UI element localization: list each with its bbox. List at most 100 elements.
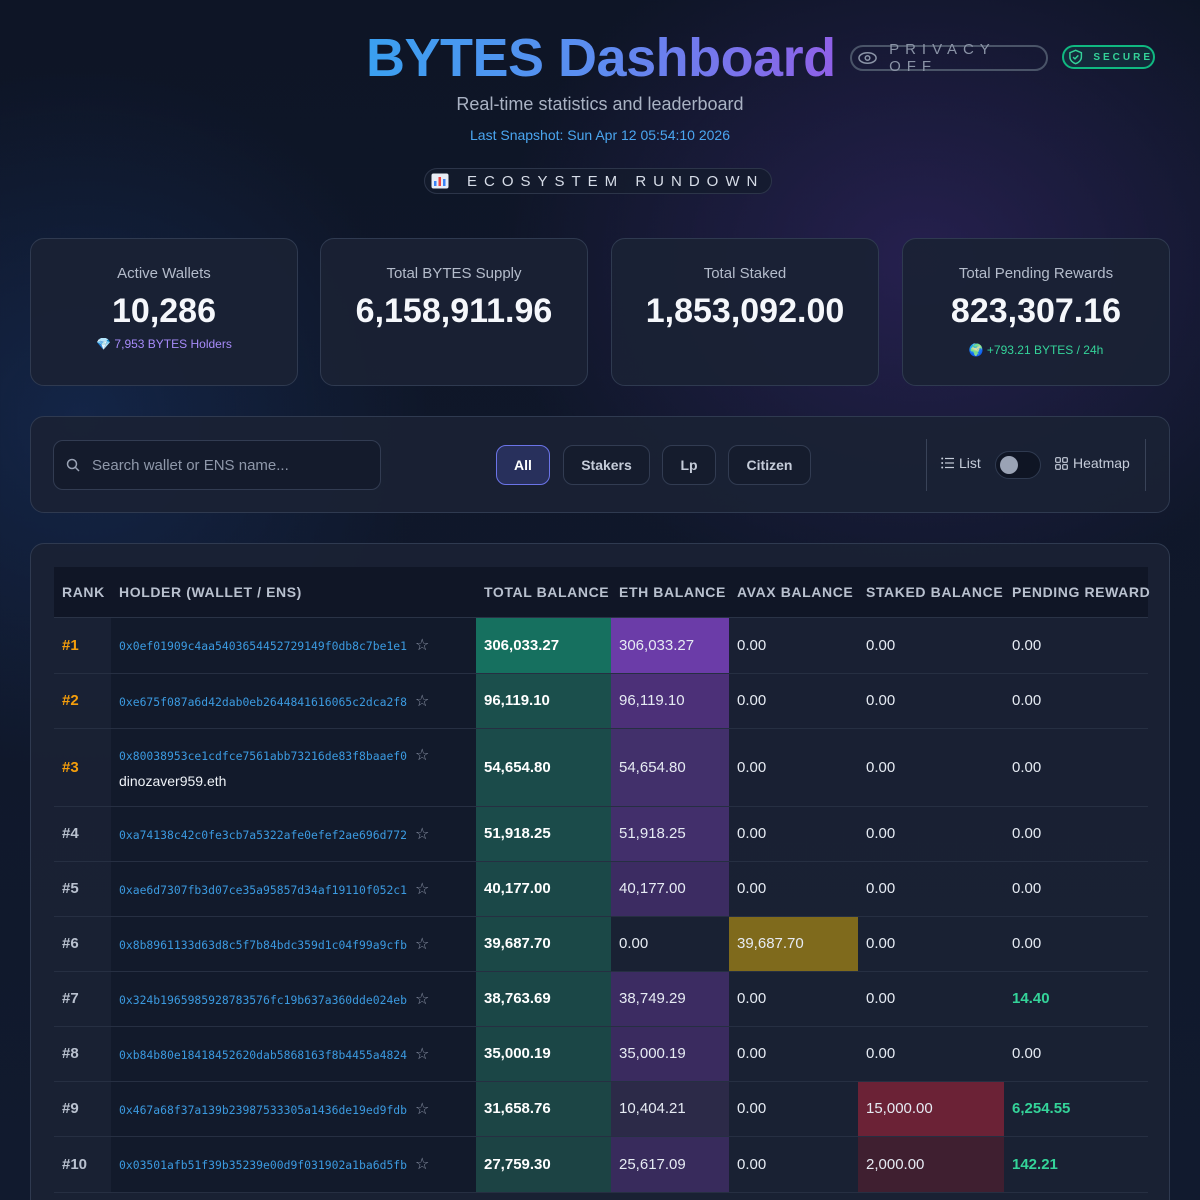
total-balance-cell: 38,763.69 — [476, 971, 611, 1027]
star-icon[interactable]: ☆ — [415, 1156, 429, 1173]
filter-bar: All Stakers Lp Citizen List Heatmap — [30, 416, 1170, 513]
stat-card-total-staked: Total Staked 1,853,092.00 — [611, 238, 879, 386]
filter-chip-stakers[interactable]: Stakers — [563, 445, 650, 485]
table-row[interactable]: #7 0x324b1965985928783576fc19b637a360dde0… — [54, 971, 1148, 1027]
star-icon[interactable]: ☆ — [415, 881, 429, 898]
avax-balance-cell: 39,687.70 — [729, 916, 858, 972]
holder-cell: 0x324b1965985928783576fc19b637a360dde024… — [111, 971, 476, 1027]
filter-chip-all[interactable]: All — [496, 445, 550, 485]
snapshot-timestamp: Last Snapshot: Sun Apr 12 05:54:10 2026 — [470, 127, 730, 143]
wallet-address-link[interactable]: 0xa74138c42c0fe3cb7a5322afe0efef2ae696d7… — [119, 828, 407, 842]
search-input[interactable] — [92, 456, 372, 474]
staked-balance-cell: 0.00 — [858, 861, 1004, 917]
privacy-toggle[interactable]: PRIVACY OFF — [850, 41, 1048, 75]
star-icon[interactable]: ☆ — [415, 936, 429, 953]
star-icon[interactable]: ☆ — [415, 747, 429, 764]
table-row[interactable]: #9 0x467a68f37a139b23987533305a1436de19ed… — [54, 1081, 1148, 1137]
stat-card-total-supply: Total BYTES Supply 6,158,911.96 — [320, 238, 588, 386]
column-header-total-balance[interactable]: TOTAL BALANCE — [476, 567, 611, 618]
table-row[interactable]: #8 0xb84b80e18418452620dab5868163f8b4455a… — [54, 1026, 1148, 1082]
bar-chart-icon — [431, 173, 449, 189]
eth-balance-cell: 38,749.29 — [611, 971, 729, 1027]
table-row[interactable]: #2 0xe675f087a6d42dab0eb2644841616065c2dc… — [54, 673, 1148, 729]
staked-balance-cell: 2,000.00 — [858, 1136, 1004, 1193]
filter-chip-lp[interactable]: Lp — [662, 445, 716, 485]
table-row[interactable]: #1 0x0ef01909c4aa5403654452729149f0db8c7b… — [54, 617, 1148, 674]
table-row[interactable]: #6 0x8b8961133d63d8c5f7b84bdc359d1c04f99a… — [54, 916, 1148, 972]
wallet-address-link[interactable]: 0x80038953ce1cdfce7561abb73216de83f8baae… — [119, 749, 407, 763]
holder-cell: 0x467a68f37a139b23987533305a1436de19ed9f… — [111, 1081, 476, 1137]
table-row[interactable]: #4 0xa74138c42c0fe3cb7a5322afe0efef2ae696… — [54, 806, 1148, 862]
column-header-eth-balance[interactable]: ETH BALANCE — [611, 567, 729, 618]
total-balance-cell: 51,918.25 — [476, 806, 611, 862]
column-header-rank[interactable]: RANK — [54, 567, 111, 618]
search-box[interactable] — [53, 440, 381, 490]
leaderboard-panel: RANK HOLDER (WALLET / ENS) TOTAL BALANCE… — [30, 543, 1170, 1200]
view-heatmap-option[interactable]: Heatmap — [1055, 455, 1130, 471]
staked-balance-cell: 0.00 — [858, 1026, 1004, 1082]
star-icon[interactable]: ☆ — [415, 1046, 429, 1063]
column-header-avax-balance[interactable]: AVAX BALANCE — [729, 567, 858, 618]
eth-balance-cell: 35,000.19 — [611, 1026, 729, 1082]
avax-balance-cell: 0.00 — [729, 1081, 858, 1137]
view-toggle[interactable] — [995, 451, 1041, 479]
wallet-address-link[interactable]: 0x324b1965985928783576fc19b637a360dde024… — [119, 993, 407, 1007]
filter-chip-citizen[interactable]: Citizen — [728, 445, 811, 485]
wallet-address-link[interactable]: 0x03501afb51f39b35239e00d9f031902a1ba6d5… — [119, 1158, 407, 1172]
rundown-label: ECOSYSTEM RUNDOWN — [467, 172, 765, 190]
wallet-address-link[interactable]: 0xe675f087a6d42dab0eb2644841616065c2dca2… — [119, 695, 407, 709]
rank-cell: #5 — [54, 861, 111, 917]
stat-card-active-wallets: Active Wallets 10,286 💎 7,953 BYTES Hold… — [30, 238, 298, 386]
leaderboard-table: RANK HOLDER (WALLET / ENS) TOTAL BALANCE… — [54, 567, 1150, 1193]
column-header-staked-balance[interactable]: STAKED BALANCE — [858, 567, 1004, 618]
star-icon[interactable]: ☆ — [415, 1101, 429, 1118]
star-icon[interactable]: ☆ — [415, 637, 429, 654]
secure-badge: SECURE — [1062, 45, 1155, 69]
view-divider-left — [926, 439, 927, 491]
rank-cell: #7 — [54, 971, 111, 1027]
star-icon[interactable]: ☆ — [415, 693, 429, 710]
star-icon[interactable]: ☆ — [415, 826, 429, 843]
eth-balance-cell: 306,033.27 — [611, 617, 729, 674]
total-balance-cell: 39,687.70 — [476, 916, 611, 972]
toggle-knob — [1000, 456, 1018, 474]
rank-cell: #6 — [54, 916, 111, 972]
table-row[interactable]: #5 0xae6d7307fb3d07ce35a95857d34af19110f0… — [54, 861, 1148, 917]
rank-cell: #8 — [54, 1026, 111, 1082]
rank-cell: #3 — [54, 728, 111, 807]
stat-value: 10,286 — [112, 292, 216, 330]
staked-balance-cell: 15,000.00 — [858, 1081, 1004, 1137]
wallet-address-link[interactable]: 0xb84b80e18418452620dab5868163f8b4455a48… — [119, 1048, 407, 1062]
column-header-holder[interactable]: HOLDER (WALLET / ENS) — [111, 567, 476, 618]
star-icon[interactable]: ☆ — [415, 991, 429, 1008]
avax-balance-cell: 0.00 — [729, 971, 858, 1027]
grid-icon — [1055, 456, 1068, 470]
shield-check-icon — [1069, 49, 1083, 65]
holder-cell: 0x80038953ce1cdfce7561abb73216de83f8baae… — [111, 728, 476, 807]
table-row[interactable]: #3 0x80038953ce1cdfce7561abb73216de83f8ba… — [54, 728, 1148, 807]
ecosystem-rundown-button[interactable]: ECOSYSTEM RUNDOWN — [424, 168, 772, 194]
eth-balance-cell: 51,918.25 — [611, 806, 729, 862]
total-balance-cell: 96,119.10 — [476, 673, 611, 729]
holder-cell: 0x03501afb51f39b35239e00d9f031902a1ba6d5… — [111, 1136, 476, 1193]
wallet-address-link[interactable]: 0xae6d7307fb3d07ce35a95857d34af19110f052… — [119, 883, 407, 897]
wallet-address-link[interactable]: 0x467a68f37a139b23987533305a1436de19ed9f… — [119, 1103, 407, 1117]
stat-label: Active Wallets — [117, 265, 211, 282]
view-list-option[interactable]: List — [941, 455, 981, 471]
pending-reward-cell: 14.40 — [1004, 971, 1148, 1027]
table-row[interactable]: #10 0x03501afb51f39b35239e00d9f031902a1ba… — [54, 1136, 1148, 1193]
page-title: BYTES Dashboard — [366, 28, 836, 88]
column-header-pending-reward[interactable]: PENDING REWARD — [1004, 567, 1150, 618]
staked-balance-cell: 0.00 — [858, 728, 1004, 807]
holder-cell: 0xb84b80e18418452620dab5868163f8b4455a48… — [111, 1026, 476, 1082]
wallet-address-link[interactable]: 0x0ef01909c4aa5403654452729149f0db8c7be1… — [119, 639, 407, 653]
avax-balance-cell: 0.00 — [729, 728, 858, 807]
stat-label: Total Pending Rewards — [958, 265, 1114, 282]
stat-value: 6,158,911.96 — [355, 292, 553, 330]
staked-balance-cell: 0.00 — [858, 971, 1004, 1027]
stat-value: 823,307.16 — [950, 292, 1122, 330]
stat-label: Total BYTES Supply — [386, 265, 522, 282]
stat-value: 1,853,092.00 — [645, 292, 845, 330]
wallet-address-link[interactable]: 0x8b8961133d63d8c5f7b84bdc359d1c04f99a9c… — [119, 938, 407, 952]
total-balance-cell: 54,654.80 — [476, 728, 611, 807]
